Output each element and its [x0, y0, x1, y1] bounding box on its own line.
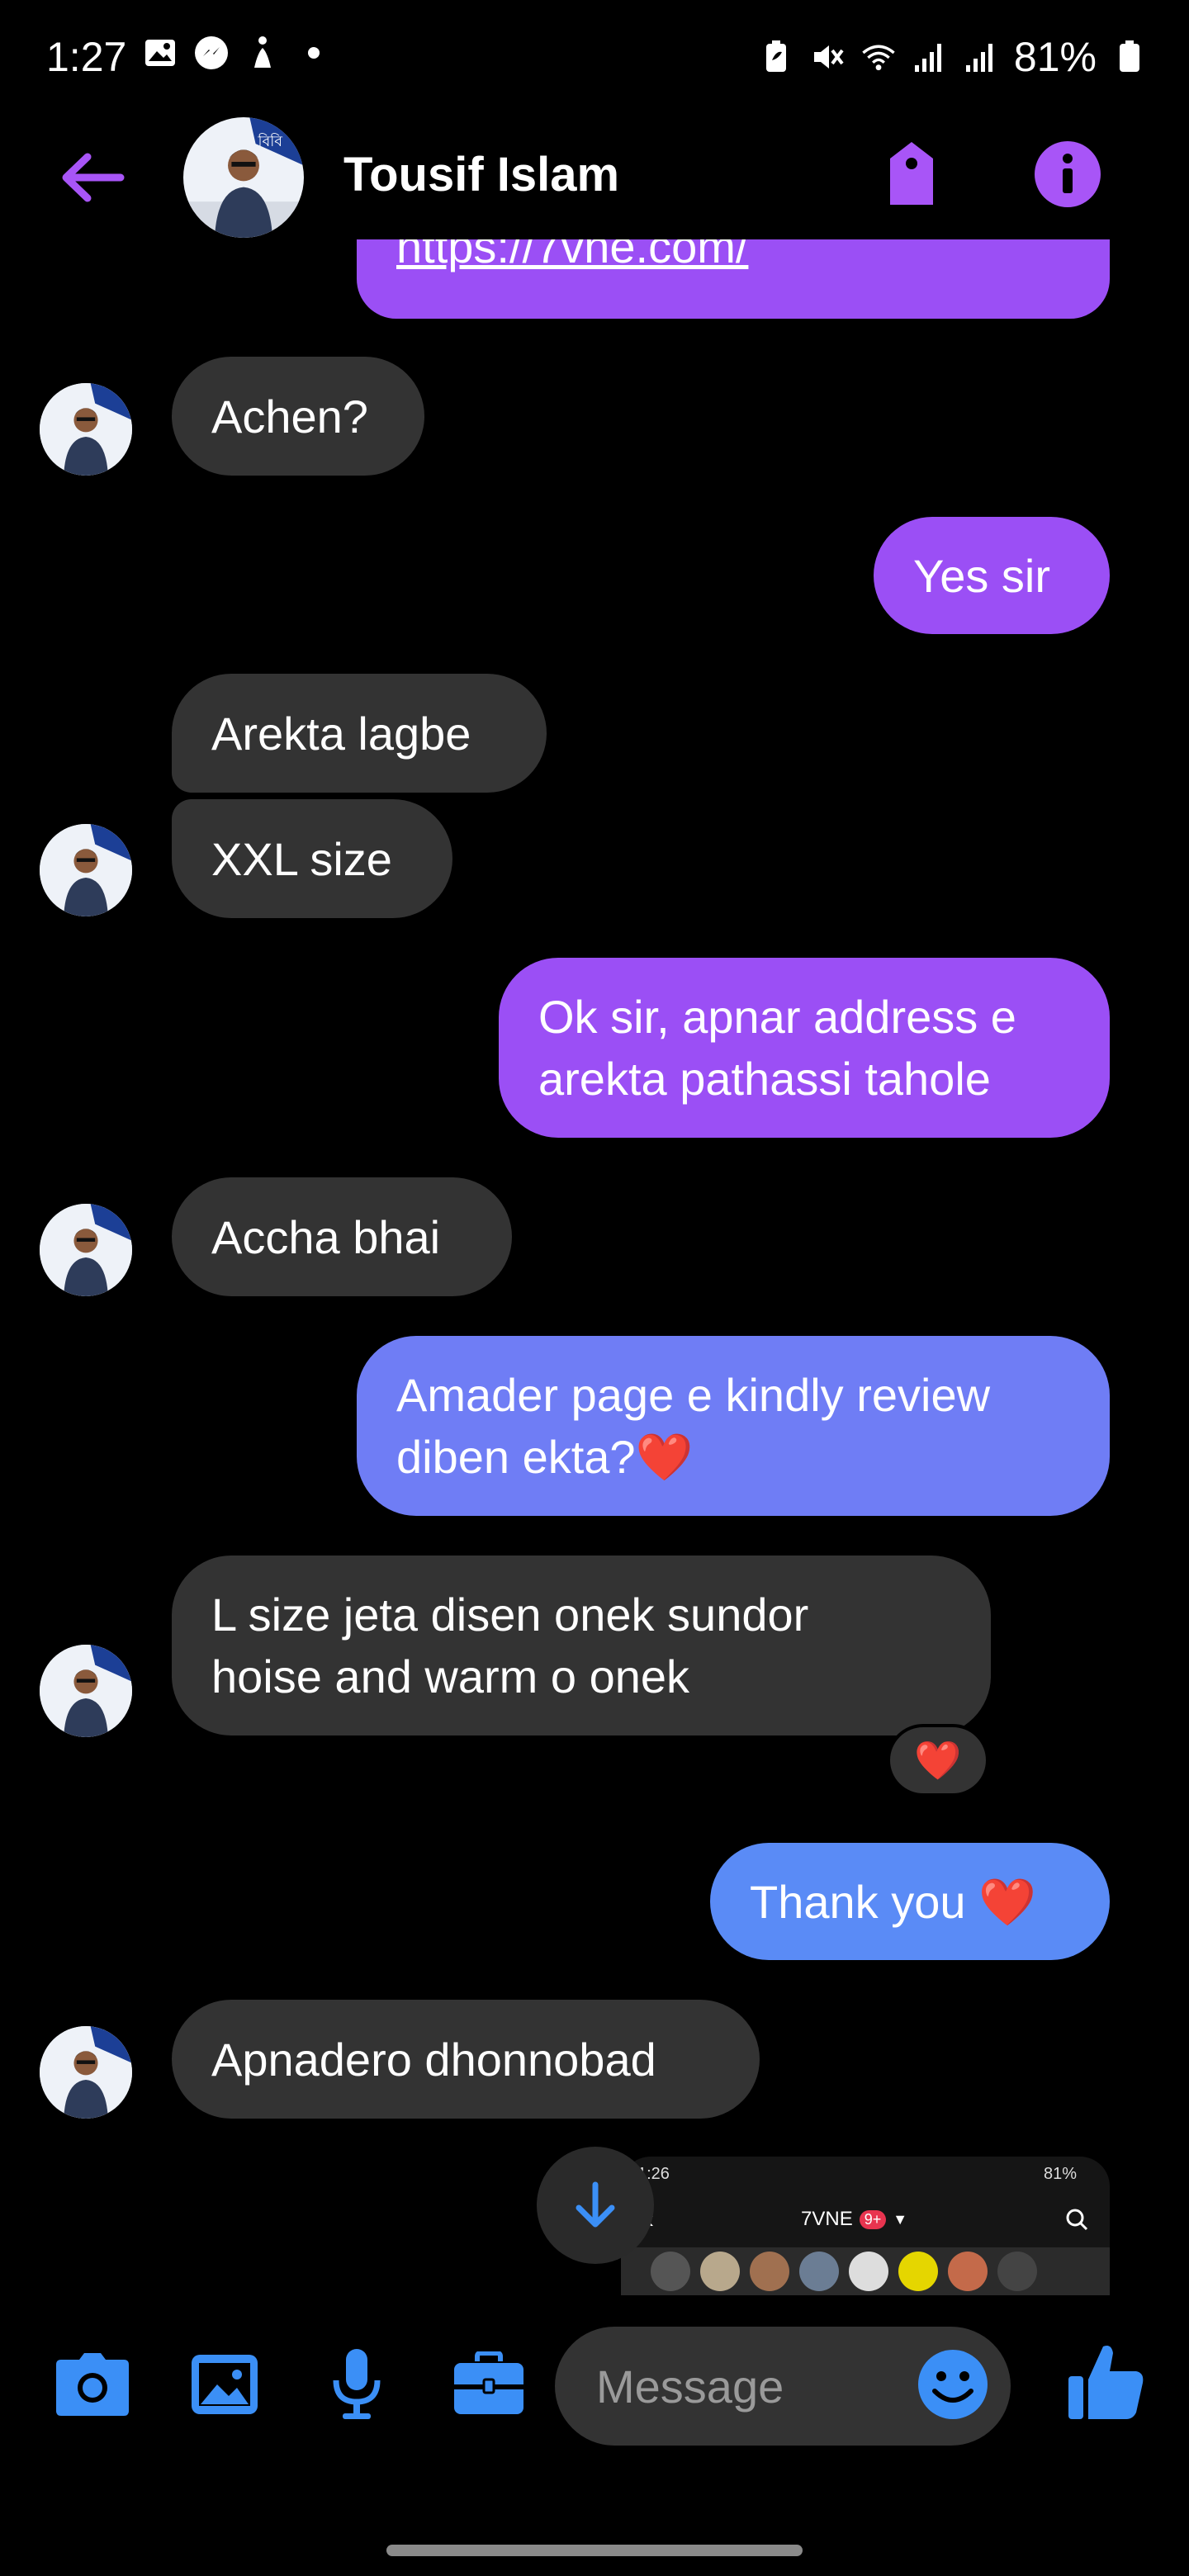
preview-title: 7VNE	[801, 2208, 853, 2230]
preview-avatar	[700, 2252, 740, 2291]
signal-strength-2-icon	[963, 39, 999, 75]
battery-icon	[1111, 39, 1148, 75]
message-text: Arekta lagbe	[211, 707, 471, 760]
message-text-line: arekta pathassi tahole	[538, 1053, 991, 1105]
contact-avatar[interactable]: বিবি	[183, 117, 304, 238]
microphone-icon[interactable]	[315, 2343, 398, 2426]
sender-avatar[interactable]	[40, 1645, 132, 1737]
preview-avatar-strip	[621, 2247, 1110, 2295]
incoming-message[interactable]: XXL size	[172, 799, 452, 918]
message-text-line: Ok sir, apnar address e	[538, 991, 1016, 1043]
status-notification-icons	[142, 35, 332, 71]
outgoing-message[interactable]: Yes sir	[874, 517, 1110, 634]
heart-reaction[interactable]: ❤️	[887, 1724, 989, 1797]
preview-avatar	[948, 2252, 988, 2291]
tag-icon[interactable]	[872, 134, 951, 213]
incoming-message[interactable]: Achen?	[172, 357, 424, 476]
status-system-icons: 81%	[758, 33, 1148, 81]
outgoing-message[interactable]: Ok sir, apnar address e arekta pathassi …	[499, 958, 1110, 1138]
message-text-line: diben ekta?❤️	[396, 1431, 694, 1483]
signal-strength-1-icon	[912, 39, 948, 75]
gallery-notification-icon	[142, 35, 178, 71]
message-text: Accha bhai	[211, 1210, 441, 1263]
camera-icon[interactable]	[51, 2343, 134, 2426]
message-text: Thank you ❤️	[750, 1875, 1036, 1928]
mute-icon	[809, 39, 846, 75]
message-text: Yes sir	[913, 549, 1051, 602]
briefcase-icon[interactable]	[448, 2343, 530, 2426]
message-text-line: L size jeta disen onek sundor	[211, 1589, 809, 1641]
wifi-icon	[860, 39, 897, 75]
outgoing-message-link[interactable]: https://7vne.com/	[357, 239, 1110, 319]
thumbs-up-icon[interactable]	[1065, 2340, 1148, 2422]
arrow-down-icon	[576, 2181, 615, 2228]
preview-avatar	[849, 2252, 888, 2291]
svg-text:বিবি: বিবি	[258, 133, 284, 150]
sender-avatar[interactable]	[40, 383, 132, 476]
message-text-line: Amader page e kindly review	[396, 1369, 991, 1421]
more-notifications-dot-icon	[296, 35, 332, 71]
sender-avatar[interactable]	[40, 824, 132, 916]
preview-title-row: 7VNE 9+ ▼	[801, 2208, 907, 2231]
link-text[interactable]: https://7vne.com/	[396, 239, 748, 273]
screenshot-preview[interactable]: 1:26 81% ‹ 7VNE 9+ ▼	[621, 2157, 1110, 2295]
preview-battery: 81%	[1043, 2165, 1077, 2183]
gallery-icon[interactable]	[183, 2343, 266, 2426]
scroll-to-bottom-button[interactable]	[537, 2147, 654, 2264]
message-text: Achen?	[211, 390, 368, 443]
incoming-message[interactable]: Arekta lagbe	[172, 674, 547, 793]
preview-search-icon	[1063, 2206, 1090, 2237]
preview-avatar	[799, 2252, 839, 2291]
message-input[interactable]	[596, 2351, 869, 2421]
preview-avatar	[997, 2252, 1037, 2291]
preview-avatar	[898, 2252, 938, 2291]
emoji-icon[interactable]	[915, 2346, 991, 2422]
incoming-message[interactable]: L size jeta disen onek sundor hoise and …	[172, 1556, 991, 1735]
outgoing-message[interactable]: Thank you ❤️	[710, 1843, 1110, 1960]
accessibility-notification-icon	[244, 35, 281, 71]
outgoing-message[interactable]: Amader page e kindly review diben ekta?❤…	[357, 1336, 1110, 1516]
message-text-line: hoise and warm o onek	[211, 1650, 690, 1702]
contact-name[interactable]: Tousif Islam	[343, 147, 619, 202]
messenger-notification-icon	[193, 35, 230, 71]
sender-avatar[interactable]	[40, 2026, 132, 2119]
back-arrow-icon[interactable]	[54, 140, 129, 215]
preview-avatar	[651, 2252, 690, 2291]
info-icon[interactable]	[1032, 139, 1103, 210]
sender-avatar[interactable]	[40, 1204, 132, 1296]
home-indicator[interactable]	[386, 2545, 803, 2556]
incoming-message[interactable]: Accha bhai	[172, 1177, 512, 1296]
status-time: 1:27	[46, 34, 127, 80]
preview-badge: 9+	[859, 2209, 887, 2229]
message-text: XXL size	[211, 832, 392, 885]
preview-dropdown-icon: ▼	[893, 2210, 908, 2228]
battery-saver-icon	[758, 39, 794, 75]
incoming-message[interactable]: Apnadero dhonnobad	[172, 2000, 760, 2119]
preview-avatar	[750, 2252, 789, 2291]
message-text: Apnadero dhonnobad	[211, 2033, 656, 2086]
battery-percentage: 81%	[1013, 34, 1097, 80]
status-bar: 1:27 81%	[0, 0, 1189, 116]
